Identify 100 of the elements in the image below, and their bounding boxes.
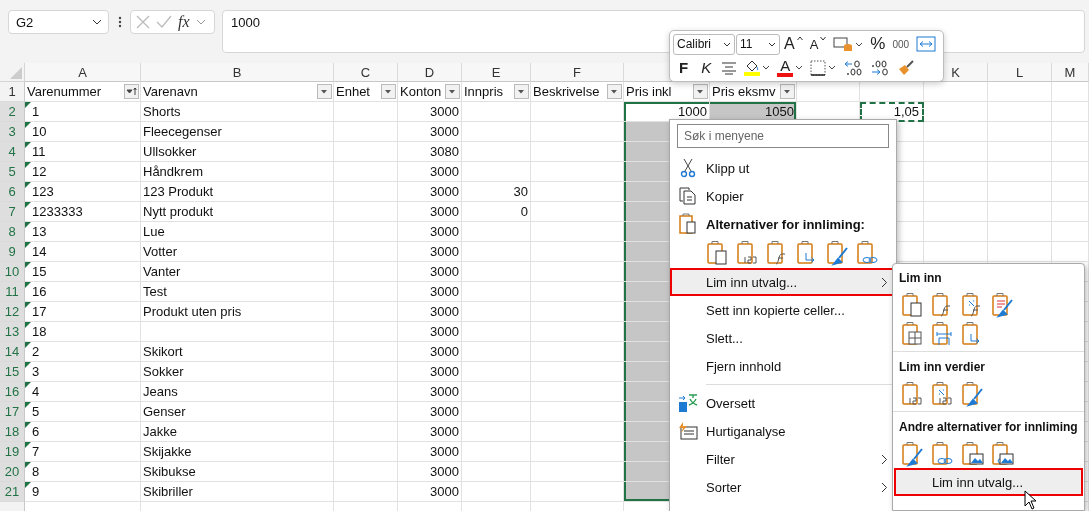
- row-header[interactable]: 5: [0, 162, 25, 182]
- row-header[interactable]: 13: [0, 322, 25, 342]
- row-header[interactable]: 6: [0, 182, 25, 202]
- clipboard-page-icon[interactable]: [901, 291, 925, 318]
- row-header[interactable]: 3: [0, 122, 25, 142]
- corner-triangle-icon: [25, 402, 31, 408]
- column-header[interactable]: M: [1052, 63, 1089, 82]
- empty-cell: [334, 282, 398, 302]
- caret-icon: [447, 87, 458, 96]
- row-header[interactable]: 9: [0, 242, 25, 262]
- table-cell: 2: [32, 342, 40, 361]
- search-field[interactable]: Søk i menyene: [677, 124, 889, 148]
- row-header[interactable]: 15: [0, 362, 25, 382]
- clipboard-brush-icon[interactable]: [961, 380, 985, 407]
- row-header[interactable]: 16: [0, 382, 25, 402]
- clipboard-icon[interactable]: [736, 240, 760, 266]
- row-header[interactable]: 18: [0, 422, 25, 442]
- table-cell: 1: [32, 102, 40, 121]
- clipboard-brush-icon[interactable]: [901, 440, 925, 467]
- caret-icon[interactable]: [195, 19, 206, 25]
- shrink-font-button[interactable]: A: [806, 33, 830, 56]
- grow-font-button[interactable]: A: [781, 33, 806, 56]
- column-header[interactable]: L: [988, 63, 1052, 82]
- clipboard-picture-icon[interactable]: [961, 440, 985, 467]
- column-header[interactable]: B: [141, 63, 334, 82]
- empty-cell: [462, 122, 531, 142]
- clipboard-icon[interactable]: [931, 380, 955, 407]
- menu-item[interactable]: Hurtiganalyse: [670, 417, 896, 445]
- row-header[interactable]: 12: [0, 302, 25, 322]
- menu-item[interactable]: Sorter: [670, 473, 896, 501]
- copy-icon: [679, 187, 697, 205]
- filter-button[interactable]: [514, 84, 529, 99]
- row-header[interactable]: 8: [0, 222, 25, 242]
- menu-item[interactable]: Lim inn utvalg...: [894, 468, 1083, 496]
- row-header[interactable]: 11: [0, 282, 25, 302]
- check-icon[interactable]: [156, 15, 172, 29]
- font-size-dropdown[interactable]: 11: [736, 33, 780, 55]
- row-header[interactable]: 1: [0, 82, 25, 102]
- clipboard-picture-icon[interactable]: [991, 440, 1015, 467]
- bold-button[interactable]: F: [673, 56, 695, 79]
- column-header[interactable]: A: [25, 63, 141, 82]
- clipboard-icon[interactable]: [931, 320, 955, 347]
- table-cell: Jeans: [141, 382, 334, 402]
- empty-cell: [334, 322, 398, 342]
- menu-item[interactable]: Klipp ut: [670, 154, 896, 182]
- font-color-button[interactable]: A: [774, 56, 807, 79]
- insert-function-button[interactable]: fx: [178, 13, 190, 31]
- sort-filter-button[interactable]: [124, 84, 139, 99]
- filter-button[interactable]: [607, 84, 622, 99]
- row-header[interactable]: 19: [0, 442, 25, 462]
- row-header[interactable]: 14: [0, 342, 25, 362]
- menu-item[interactable]: Filter: [670, 445, 896, 473]
- table-cell: 5: [32, 402, 40, 421]
- thousands-button[interactable]: 000: [889, 33, 913, 56]
- clipboard-page-icon[interactable]: [706, 240, 730, 266]
- row-header[interactable]: 10: [0, 262, 25, 282]
- percent-button[interactable]: %: [867, 33, 889, 56]
- clipboard-grid-icon[interactable]: [901, 320, 925, 347]
- table-cell: 3000: [398, 302, 462, 322]
- menu-item[interactable]: Sett inn kopierte celler...: [670, 296, 896, 324]
- more-icon[interactable]: [118, 16, 122, 28]
- selected-cell: 1050: [710, 102, 797, 122]
- scissors-icon: [680, 158, 696, 178]
- row-header[interactable]: 2: [0, 102, 25, 122]
- table-cell: 3000: [398, 122, 462, 142]
- font-dropdown[interactable]: Calibri: [673, 33, 735, 55]
- column-header[interactable]: C: [334, 63, 398, 82]
- column-header[interactable]: E: [462, 63, 531, 82]
- row-header[interactable]: 20: [0, 462, 25, 482]
- filter-button[interactable]: [381, 84, 396, 99]
- clipboard-brush-icon[interactable]: [826, 240, 850, 266]
- menu-item[interactable]: Fjern innhold: [670, 352, 896, 380]
- italic-button[interactable]: K: [695, 56, 718, 79]
- menu-item[interactable]: Kopier: [670, 182, 896, 210]
- row-header[interactable]: 7: [0, 202, 25, 222]
- row-header[interactable]: 4: [0, 142, 25, 162]
- menu-item[interactable]: Slett...: [670, 324, 896, 352]
- clipboard-brush-icon[interactable]: [991, 291, 1015, 318]
- filter-button[interactable]: [693, 84, 708, 99]
- table-cell: 8: [32, 462, 40, 481]
- menu-item[interactable]: Oversett: [670, 389, 896, 417]
- row-header[interactable]: 21: [0, 482, 25, 502]
- clipboard-link-icon[interactable]: [931, 440, 955, 467]
- empty-cell: [1052, 162, 1089, 182]
- empty-cell: [334, 422, 398, 442]
- filter-button[interactable]: [317, 84, 332, 99]
- filter-button[interactable]: [445, 84, 460, 99]
- caret-icon: [516, 87, 527, 96]
- clipboard-link-icon[interactable]: [856, 240, 880, 266]
- clipboard-icon[interactable]: [901, 380, 925, 407]
- table-cell: 6: [32, 422, 40, 441]
- column-header[interactable]: D: [398, 63, 462, 82]
- row-header[interactable]: 17: [0, 402, 25, 422]
- empty-cell: [334, 462, 398, 482]
- filter-button[interactable]: [780, 84, 795, 99]
- empty-cell: [462, 342, 531, 362]
- name-box[interactable]: G2: [8, 10, 109, 34]
- caret-up-icon: [796, 36, 803, 42]
- section-heading: Lim inn verdier: [899, 360, 986, 374]
- column-header[interactable]: F: [531, 63, 624, 82]
